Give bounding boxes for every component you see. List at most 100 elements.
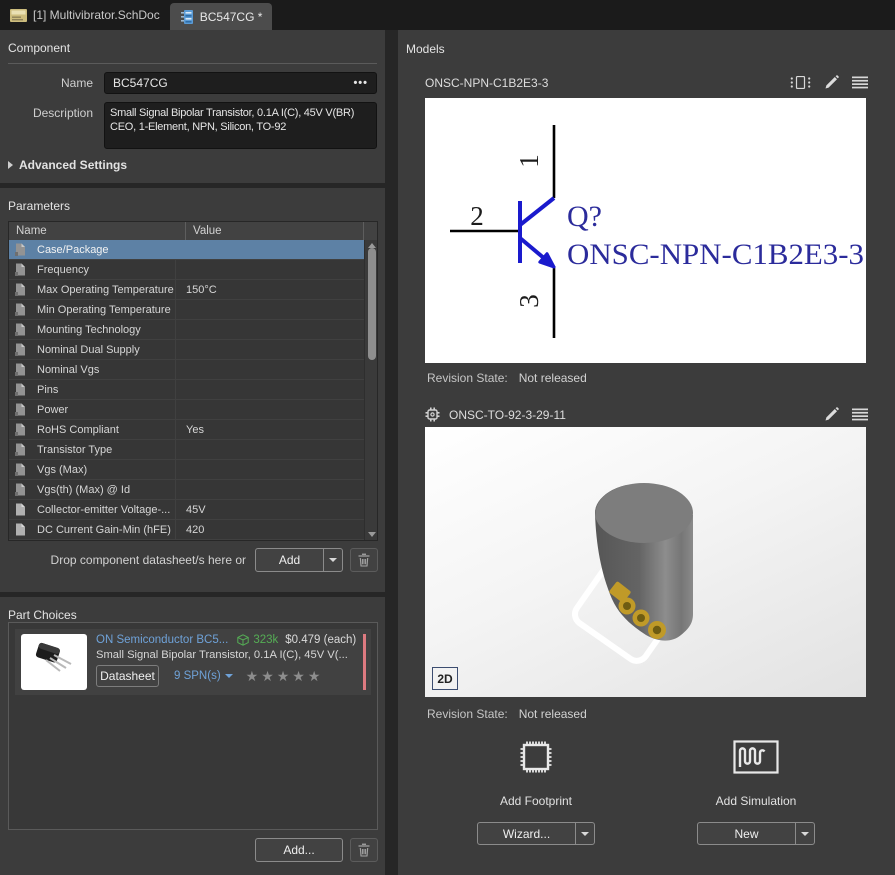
parameter-icon bbox=[15, 403, 26, 416]
parameter-row[interactable]: Power bbox=[9, 400, 377, 420]
tab-label: BC547CG * bbox=[200, 10, 263, 24]
tab-multivibrator-schdoc[interactable]: [1] Multivibrator.SchDoc bbox=[0, 0, 170, 30]
parameter-name: Nominal Vgs bbox=[26, 364, 175, 376]
trash-icon bbox=[358, 843, 370, 857]
parameter-row[interactable]: RoHS CompliantYes bbox=[9, 420, 377, 440]
models-panel: Models ONSC-NPN-C1B2E3-3 bbox=[398, 30, 895, 875]
parameter-icon bbox=[15, 363, 26, 376]
parameter-value bbox=[175, 460, 364, 479]
part-choices-box: ON Semiconductor BC5... 323k $0.479 (eac… bbox=[8, 622, 378, 830]
parameter-value: 420 bbox=[175, 520, 364, 539]
revision-state-label: Revision State: bbox=[427, 371, 508, 385]
delete-part-choice-button[interactable] bbox=[350, 838, 378, 862]
parameter-row[interactable]: Min Operating Temperature bbox=[9, 300, 377, 320]
parameter-name: DC Current Gain-Min (hFE) bbox=[26, 524, 175, 536]
schematic-symbol-preview[interactable]: 2 1 3 Q? ONSC-NPN-C1B2E3-3 bbox=[425, 98, 866, 363]
footprint-wizard-button[interactable]: Wizard... bbox=[477, 822, 595, 845]
add-footprint-icon[interactable] bbox=[516, 737, 556, 777]
edit-symbol-icon[interactable] bbox=[824, 75, 839, 90]
name-label: Name bbox=[8, 72, 104, 94]
wizard-dropdown-arrow[interactable] bbox=[575, 823, 594, 844]
tab-label: [1] Multivibrator.SchDoc bbox=[33, 8, 160, 22]
parameter-name: Collector-emitter Voltage-... bbox=[26, 504, 175, 516]
view-2d-button[interactable]: 2D bbox=[432, 667, 458, 690]
parameter-row[interactable]: Collector-emitter Voltage-...45V bbox=[9, 500, 377, 520]
add-simulation-label: Add Simulation bbox=[716, 794, 797, 808]
part-choice-row[interactable]: ON Semiconductor BC5... 323k $0.479 (eac… bbox=[15, 629, 371, 695]
parameter-icon bbox=[15, 503, 26, 516]
parameter-icon bbox=[15, 343, 26, 356]
parameter-icon bbox=[15, 323, 26, 336]
parameter-value: 45V bbox=[175, 500, 364, 519]
parameter-row[interactable]: Transistor Type bbox=[9, 440, 377, 460]
table-scrollbar[interactable] bbox=[364, 240, 377, 540]
availability-bar bbox=[363, 634, 366, 690]
stock-info: 323k bbox=[237, 634, 278, 646]
component-section-title: Component bbox=[0, 30, 385, 55]
add-simulation-area: Add Simulation New bbox=[646, 737, 866, 845]
spn-dropdown[interactable]: 9 SPN(s) bbox=[174, 670, 233, 682]
name-input[interactable]: BC547CG ••• bbox=[104, 72, 377, 94]
edit-footprint-icon[interactable] bbox=[824, 407, 839, 422]
part-price: $0.479 (each) bbox=[285, 634, 356, 646]
description-input[interactable]: Small Signal Bipolar Transistor, 0.1A I(… bbox=[104, 102, 377, 149]
component-icon bbox=[180, 9, 194, 25]
parameter-row[interactable]: Vgs(th) (Max) @ Id bbox=[9, 480, 377, 500]
delete-parameter-button[interactable] bbox=[350, 548, 378, 572]
part-title-link[interactable]: ON Semiconductor BC5... bbox=[96, 634, 228, 646]
more-button[interactable]: ••• bbox=[353, 77, 368, 89]
new-simulation-button[interactable]: New bbox=[697, 822, 815, 845]
parameter-row[interactable]: Frequency bbox=[9, 260, 377, 280]
parameter-name: Transistor Type bbox=[26, 444, 175, 456]
trash-icon bbox=[358, 553, 370, 567]
revision-state-label: Revision State: bbox=[427, 707, 508, 721]
add-parameter-button[interactable]: Add bbox=[255, 548, 343, 572]
add-part-choice-button[interactable]: Add... bbox=[255, 838, 343, 862]
add-dropdown-arrow[interactable] bbox=[323, 549, 342, 571]
menu-icon[interactable] bbox=[852, 408, 868, 421]
parameters-table: Name Value Case/PackageFrequencyMax Oper… bbox=[8, 221, 378, 541]
menu-icon[interactable] bbox=[852, 76, 868, 89]
column-header-name[interactable]: Name bbox=[9, 222, 186, 240]
parameter-name: Vgs(th) (Max) @ Id bbox=[26, 484, 175, 496]
pin-2-number: 2 bbox=[470, 201, 484, 231]
scrollbar-thumb[interactable] bbox=[368, 248, 376, 360]
parameter-row[interactable]: Nominal Dual Supply bbox=[9, 340, 377, 360]
parameter-icon bbox=[15, 523, 26, 536]
parameter-icon bbox=[15, 483, 26, 496]
stock-count: 323k bbox=[253, 634, 278, 646]
parameter-name: Mounting Technology bbox=[26, 324, 175, 336]
scroll-down-arrow[interactable] bbox=[368, 532, 376, 537]
parameter-row[interactable]: Case/Package bbox=[9, 240, 377, 260]
footprint-3d-preview[interactable]: 2D bbox=[425, 427, 866, 697]
wizard-button-label: Wizard... bbox=[478, 823, 575, 844]
add-simulation-icon[interactable] bbox=[733, 737, 779, 777]
pin-mapping-icon[interactable] bbox=[790, 76, 811, 89]
parameter-row[interactable]: DC Current Gain-Min (hFE)420 bbox=[9, 520, 377, 540]
parameter-row[interactable]: Mounting Technology bbox=[9, 320, 377, 340]
parameter-name: Max Operating Temperature bbox=[26, 284, 175, 296]
column-header-value[interactable]: Value bbox=[186, 222, 364, 240]
parameter-name: Power bbox=[26, 404, 175, 416]
parameter-row[interactable]: Max Operating Temperature150°C bbox=[9, 280, 377, 300]
parameter-row[interactable]: Pins bbox=[9, 380, 377, 400]
symbol-designator: Q? bbox=[567, 200, 602, 233]
parameter-value bbox=[175, 320, 364, 339]
parameter-icon bbox=[15, 463, 26, 476]
parameter-row[interactable]: Vgs (Max) bbox=[9, 460, 377, 480]
new-dropdown-arrow[interactable] bbox=[795, 823, 814, 844]
revision-state-value: Not released bbox=[519, 707, 587, 721]
advanced-settings-toggle[interactable]: Advanced Settings bbox=[8, 158, 377, 172]
star-rating[interactable]: ★★★★★ bbox=[246, 669, 324, 683]
footprint-icon bbox=[425, 407, 440, 422]
datasheet-button[interactable]: Datasheet bbox=[96, 665, 159, 687]
part-choices-section-title: Part Choices bbox=[0, 597, 385, 622]
parameter-row[interactable]: Nominal Vgs bbox=[9, 360, 377, 380]
footprint-model-header: ONSC-TO-92-3-29-11 bbox=[425, 407, 868, 422]
parameter-name: Case/Package bbox=[26, 244, 175, 256]
parameter-value bbox=[175, 360, 364, 379]
symbol-model-name: ONSC-NPN-C1B2E3-3 bbox=[425, 76, 548, 90]
parameter-icon bbox=[15, 283, 26, 296]
parameter-value bbox=[175, 440, 364, 459]
tab-bc547cg[interactable]: BC547CG * bbox=[170, 3, 273, 30]
